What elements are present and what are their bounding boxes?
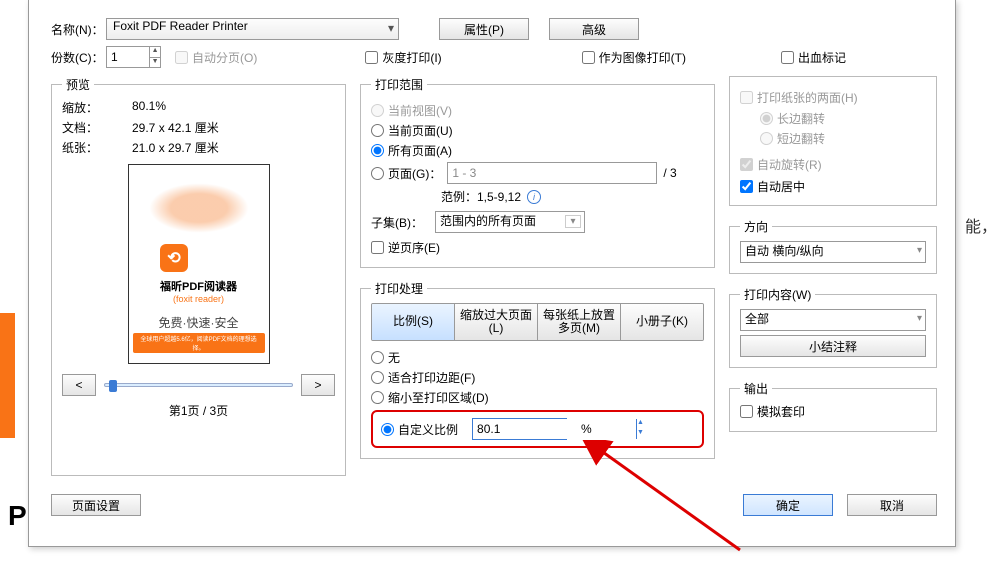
reverse-checkbox[interactable]: 逆页序(E) bbox=[371, 239, 440, 256]
doc-size: 29.7 x 42.1 厘米 bbox=[132, 119, 219, 136]
page-slider[interactable] bbox=[104, 383, 293, 387]
orientation-select[interactable]: 自动 横向/纵向 bbox=[740, 241, 926, 263]
pages-total: / 3 bbox=[663, 166, 676, 180]
pages-radio[interactable]: 页面(G)： bbox=[371, 165, 441, 182]
page-setup-button[interactable]: 页面设置 bbox=[51, 494, 141, 516]
page-indicator: 第1页 / 3页 bbox=[62, 402, 335, 419]
flip-long-radio: 长边翻转 bbox=[760, 110, 926, 127]
custom-scale-highlight: 自定义比例 ▲▼ % bbox=[371, 410, 704, 448]
bleed-checkbox[interactable]: 出血标记 bbox=[781, 49, 846, 66]
cancel-button[interactable]: 取消 bbox=[847, 494, 937, 516]
orientation-fieldset: 方向 自动 横向/纵向 bbox=[729, 218, 937, 274]
pages-input[interactable] bbox=[447, 162, 657, 184]
auto-rotate-checkbox: 自动旋转(R) bbox=[740, 156, 822, 173]
booklet-tab[interactable]: 小册子(K) bbox=[620, 304, 703, 340]
print-dialog: 名称(N)： Foxit PDF Reader Printer 属性(P) 高级… bbox=[28, 0, 956, 547]
bg-letter: P bbox=[8, 500, 27, 532]
shrink-large-tab[interactable]: 缩放过大页面(L) bbox=[454, 304, 537, 340]
subset-label: 子集(B)： bbox=[371, 214, 423, 231]
range-example: 范例：1,5-9,12 bbox=[441, 188, 521, 205]
next-page-button[interactable]: > bbox=[301, 374, 335, 396]
copies-spinner[interactable]: ▲▼ bbox=[106, 46, 161, 68]
custom-scale-spinner[interactable]: ▲▼ bbox=[472, 418, 567, 440]
preview-thumbnail: ⟲ 福昕PDF阅读器 (foxit reader) 免费·快速·安全 全球用户超… bbox=[128, 164, 270, 364]
scale-tab[interactable]: 比例(S) bbox=[372, 304, 454, 340]
advanced-button[interactable]: 高级 bbox=[549, 18, 639, 40]
prev-page-button[interactable]: < bbox=[62, 374, 96, 396]
print-range-fieldset: 打印范围 当前视图(V) 当前页面(U) 所有页面(A) 页面(G)： / 3 … bbox=[360, 76, 715, 268]
output-fieldset: 输出 模拟套印 bbox=[729, 380, 937, 432]
all-pages-radio[interactable]: 所有页面(A) bbox=[371, 142, 704, 159]
scale-none-radio[interactable]: 无 bbox=[371, 349, 704, 366]
print-as-image-checkbox[interactable]: 作为图像打印(T) bbox=[582, 49, 686, 66]
both-sides-checkbox: 打印纸张的两面(H) bbox=[740, 89, 858, 106]
simulate-overprint-checkbox[interactable]: 模拟套印 bbox=[740, 403, 805, 420]
scale-shrink-radio[interactable]: 缩小至打印区域(D) bbox=[371, 389, 704, 406]
bg-text: 能， bbox=[965, 213, 997, 237]
percent-label: % bbox=[581, 422, 592, 436]
auto-center-checkbox[interactable]: 自动居中 bbox=[740, 178, 926, 195]
flip-short-radio: 短边翻转 bbox=[760, 130, 926, 147]
copies-input[interactable] bbox=[107, 47, 149, 67]
scale-custom-radio[interactable]: 自定义比例 bbox=[381, 421, 458, 438]
name-label: 名称(N)： bbox=[51, 21, 106, 38]
properties-button[interactable]: 属性(P) bbox=[439, 18, 529, 40]
custom-scale-input[interactable] bbox=[473, 419, 636, 439]
annotations-button[interactable]: 小结注释 bbox=[740, 335, 926, 357]
current-view-radio[interactable]: 当前视图(V) bbox=[371, 102, 704, 119]
info-icon[interactable]: i bbox=[527, 190, 541, 204]
preview-legend: 预览 bbox=[62, 76, 94, 93]
print-content-select[interactable]: 全部 bbox=[740, 309, 926, 331]
printer-select[interactable]: Foxit PDF Reader Printer bbox=[106, 18, 399, 40]
current-page-radio[interactable]: 当前页面(U) bbox=[371, 122, 704, 139]
foxit-logo-icon: ⟲ bbox=[160, 244, 188, 272]
copies-label: 份数(C)： bbox=[51, 49, 106, 66]
subset-select[interactable]: 范围内的所有页面 bbox=[435, 211, 585, 233]
paper-size: 21.0 x 29.7 厘米 bbox=[132, 139, 219, 156]
zoom-value: 80.1% bbox=[132, 99, 166, 116]
scale-fit-radio[interactable]: 适合打印边距(F) bbox=[371, 369, 704, 386]
multiple-per-sheet-tab[interactable]: 每张纸上放置多页(M) bbox=[537, 304, 620, 340]
preview-fieldset: 预览 缩放：80.1% 文档：29.7 x 42.1 厘米 纸张：21.0 x … bbox=[51, 76, 346, 476]
print-handling-fieldset: 打印处理 比例(S) 缩放过大页面(L) 每张纸上放置多页(M) 小册子(K) … bbox=[360, 280, 715, 459]
grayscale-checkbox[interactable]: 灰度打印(I) bbox=[365, 49, 441, 66]
collate-checkbox: 自动分页(O) bbox=[175, 49, 257, 66]
print-content-fieldset: 打印内容(W) 全部 小结注释 bbox=[729, 286, 937, 368]
duplex-fieldset: 打印纸张的两面(H) 长边翻转 短边翻转 自动旋转(R) 自动居中 bbox=[729, 76, 937, 206]
ok-button[interactable]: 确定 bbox=[743, 494, 833, 516]
